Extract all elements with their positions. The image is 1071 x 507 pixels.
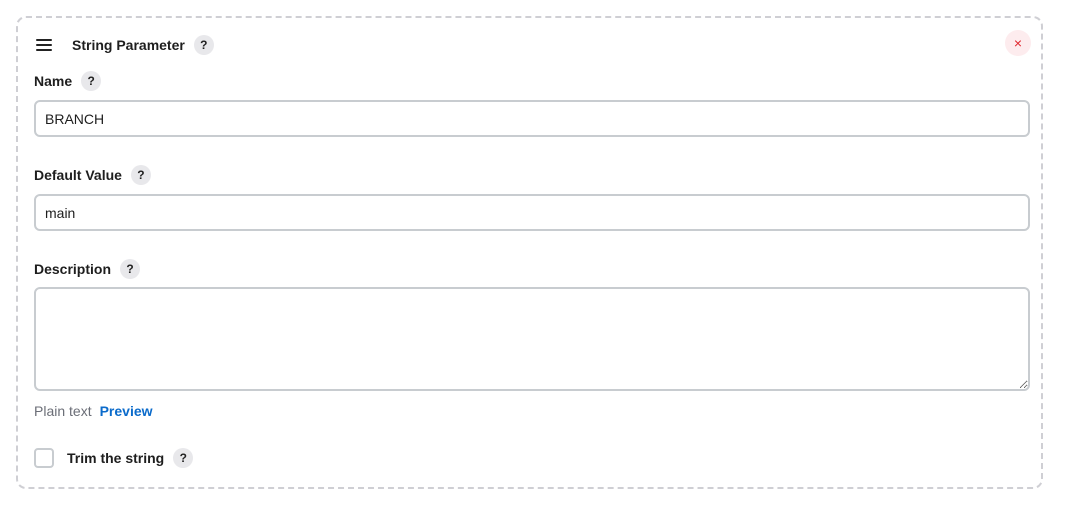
trim-checkbox[interactable] [34,448,54,468]
card-header: String Parameter ? [36,34,214,56]
help-icon[interactable]: ? [130,165,151,185]
name-label-row: Name ? [34,71,102,91]
card-title: String Parameter [72,37,185,53]
name-label: Name [34,73,73,89]
help-icon[interactable]: ? [81,71,102,91]
close-icon: × [1013,35,1023,51]
close-button[interactable]: × [1005,30,1031,56]
description-textarea[interactable] [34,287,1030,391]
default-value-input[interactable] [34,194,1030,231]
trim-row: Trim the string ? [34,448,194,468]
help-icon[interactable]: ? [173,448,194,468]
help-icon[interactable]: ? [193,35,214,55]
string-parameter-card: String Parameter ? × Name ? Default Valu… [16,16,1043,489]
preview-link[interactable]: Preview [100,403,153,419]
help-icon[interactable]: ? [120,259,141,279]
description-format-row: Plain text Preview [34,403,153,419]
plain-text-label: Plain text [34,403,92,419]
default-value-label: Default Value [34,167,122,183]
drag-handle-icon[interactable] [36,39,52,51]
name-input[interactable] [34,100,1030,137]
trim-label[interactable]: Trim the string [67,450,164,466]
default-value-label-row: Default Value ? [34,165,151,185]
description-label-row: Description ? [34,259,141,279]
description-label: Description [34,261,112,277]
